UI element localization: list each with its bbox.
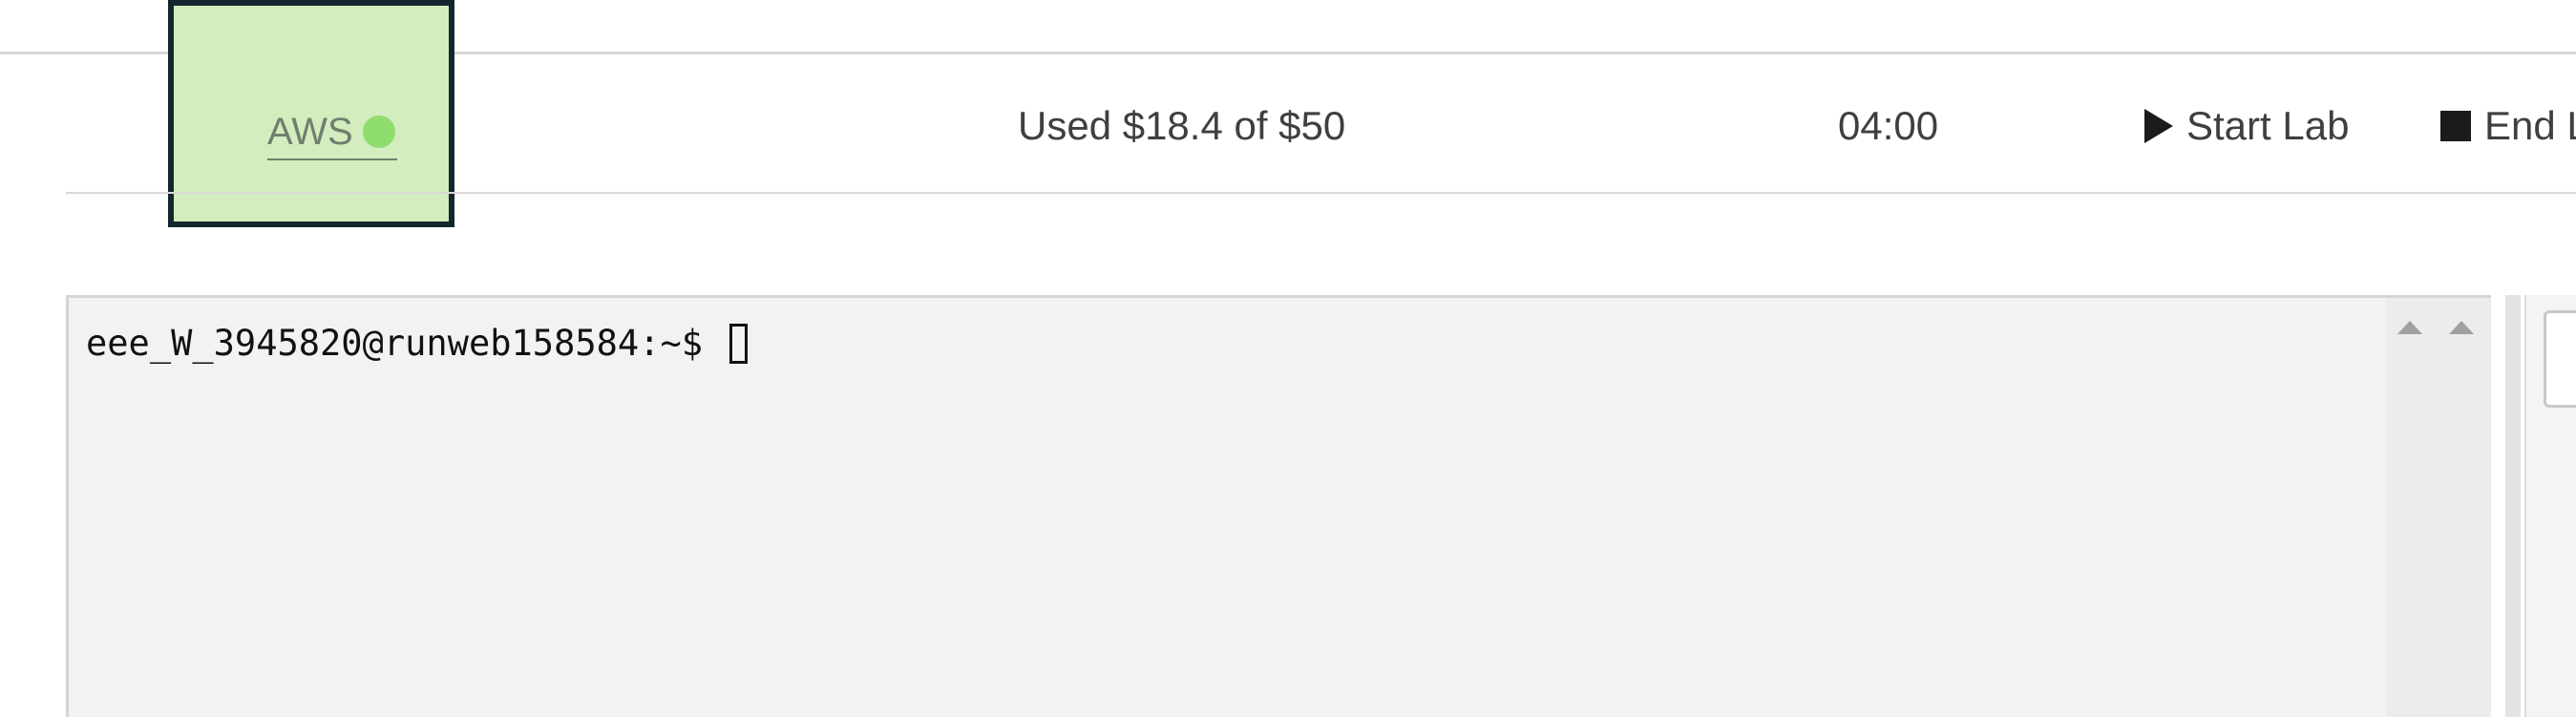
start-lab-button[interactable]: Start Lab xyxy=(2144,101,2349,151)
toolbar-divider xyxy=(66,192,2576,194)
side-panel-box[interactable] xyxy=(2544,310,2576,408)
terminal-prompt: eee_W_3945820@runweb158584:~$ xyxy=(86,323,725,364)
end-lab-button[interactable]: End Lab xyxy=(2440,101,2576,151)
scroll-up-arrow-icon[interactable] xyxy=(2449,321,2474,334)
stop-icon xyxy=(2440,111,2471,141)
end-lab-label[interactable]: End Lab xyxy=(2484,101,2576,151)
start-lab-label[interactable]: Start Lab xyxy=(2186,101,2349,151)
panel-splitter[interactable] xyxy=(2505,295,2521,717)
scroll-up-arrow-icon[interactable] xyxy=(2397,321,2422,334)
terminal-cursor xyxy=(729,324,749,364)
terminal-prompt-line[interactable]: eee_W_3945820@runweb158584:~$ xyxy=(86,317,749,370)
aws-link-label[interactable]: AWS xyxy=(267,109,353,155)
play-icon xyxy=(2144,109,2173,143)
side-panel xyxy=(2524,295,2576,717)
session-timer: 04:00 xyxy=(1838,103,1939,148)
terminal-scrollbar[interactable] xyxy=(2386,298,2491,717)
aws-console-link[interactable]: AWS xyxy=(267,109,397,160)
budget-usage: Used $18.4 of $50 xyxy=(1018,103,1346,148)
status-dot-icon xyxy=(362,116,395,148)
terminal-pane[interactable]: eee_W_3945820@runweb158584:~$ xyxy=(66,295,2491,717)
